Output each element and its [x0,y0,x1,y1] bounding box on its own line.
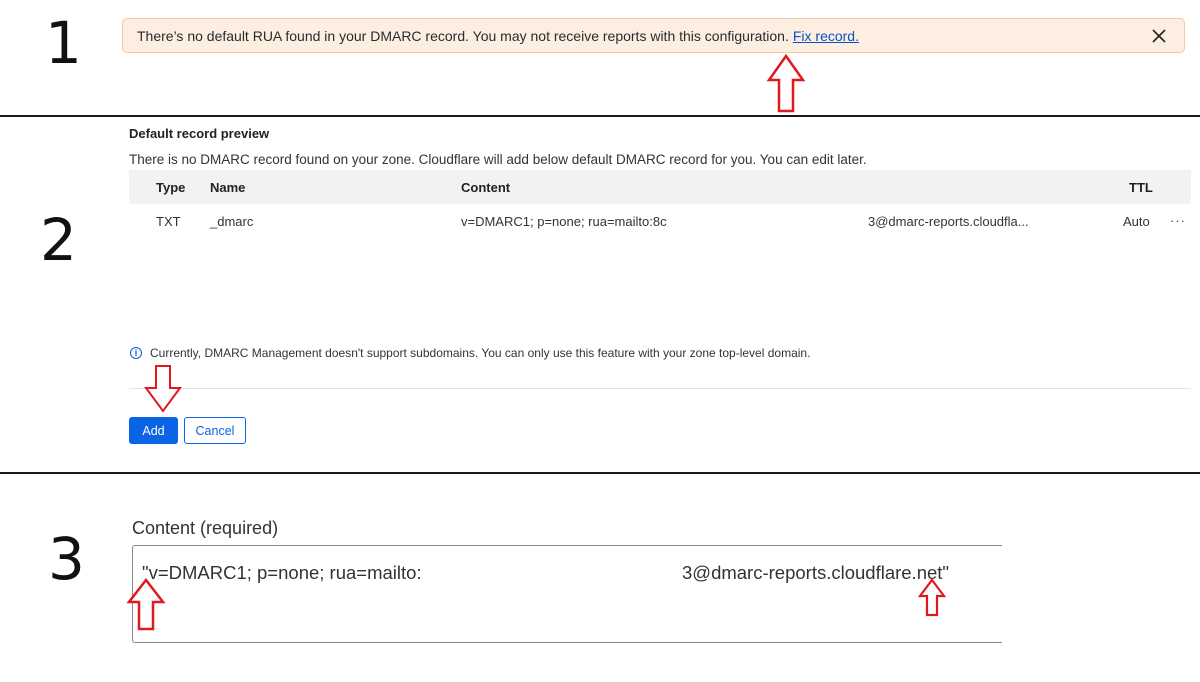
info-text: Currently, DMARC Management doesn't supp… [150,346,811,360]
fix-record-link[interactable]: Fix record. [793,28,859,44]
column-header-ttl: TTL [1129,180,1153,195]
column-header-content: Content [461,180,511,195]
step-number-1: 1 [45,9,82,77]
record-content-start: v=DMARC1; p=none; rua=mailto:8c [461,214,667,229]
record-ttl: Auto [1123,214,1150,229]
column-header-name: Name [210,180,246,195]
cancel-button[interactable]: Cancel [184,417,246,444]
content-value-start: "v=DMARC1; p=none; rua=mailto:8 [142,562,420,583]
preview-title: Default record preview [129,126,270,141]
form-divider [129,388,1191,389]
subdomain-info: i Currently, DMARC Management doesn't su… [130,346,810,360]
content-field-label: Content (required) [132,518,279,538]
annotation-arrow-up-right-icon [918,578,946,617]
rua-warning-banner: There’s no default RUA found in your DMA… [122,18,1185,53]
content-textarea[interactable] [132,545,1002,643]
info-icon: i [130,347,142,359]
table-header: Type Name Content TTL [129,170,1191,204]
row-actions-menu[interactable]: ··· [1170,213,1186,228]
annotation-arrow-down-icon [144,365,182,413]
add-button[interactable]: Add [129,417,178,444]
column-header-type: Type [156,180,186,195]
step-number-2: 2 [40,206,77,274]
content-value-end: 3@dmarc-reports.cloudflare.net" [682,562,949,583]
close-icon[interactable] [1150,27,1168,45]
section-divider-1 [0,115,1200,117]
record-content-end: 3@dmarc-reports.cloudfla... [868,214,1029,229]
section-divider-2 [0,472,1200,474]
preview-description: There is no DMARC record found on your z… [129,152,867,167]
banner-message: There’s no default RUA found in your DMA… [137,27,789,44]
step-number-3: 3 [48,525,85,593]
annotation-arrow-up-left-icon [126,578,166,631]
record-type: TXT [156,214,181,229]
record-name: _dmarc [210,214,254,229]
annotation-arrow-up-icon [766,54,806,113]
